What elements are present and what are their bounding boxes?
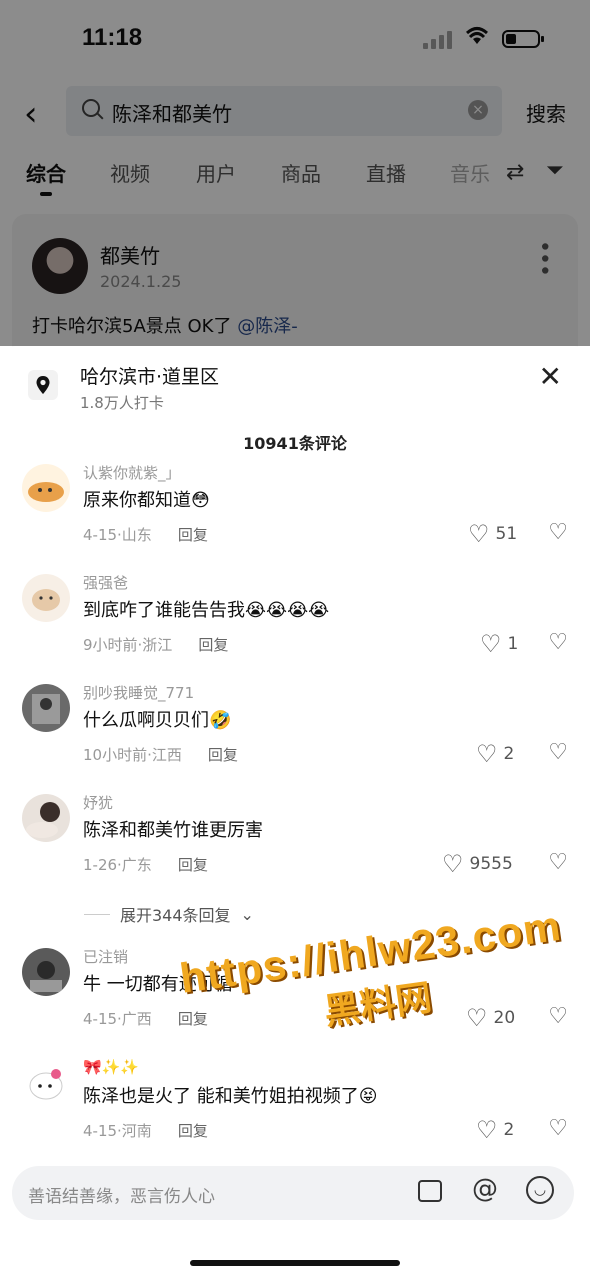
comment-body: 陈泽也是火了 能和美竹姐拍视频了 <box>83 1086 359 1107</box>
comment-username[interactable]: 🎀✨✨ <box>83 1058 139 1076</box>
comment-sheet: 哈尔滨市·道里区 1.8万人打卡 ✕ 10941条评论 认紫你就紫_」 原来你都… <box>0 346 590 1280</box>
comment-time-location: 1-26·广东 <box>83 856 152 874</box>
reply-button[interactable]: 回复 <box>178 526 208 544</box>
location-checkins: 1.8万人打卡 <box>80 394 164 412</box>
comment-text: 到底咋了谁能告告我😭😭😭😭 <box>83 596 329 622</box>
comment-username[interactable]: 已注销 <box>83 946 128 967</box>
comment-item: 🎀✨✨ 陈泽也是火了 能和美竹姐拍视频了😝 4-15·河南 回复 ♡ 2 ♡ <box>0 1058 590 1160</box>
avatar[interactable] <box>22 574 70 622</box>
close-icon[interactable]: ✕ <box>539 360 562 393</box>
heart-icon: ♡ <box>476 1116 498 1144</box>
comment-meta: 1-26·广东 回复 <box>83 854 208 875</box>
location-icon <box>28 370 58 400</box>
comment-username[interactable]: 别吵我睡觉_771 <box>83 682 194 703</box>
comment-meta: 9小时前·浙江 回复 <box>83 634 228 655</box>
comment-emoji: 😝 <box>358 1086 378 1107</box>
comment-username[interactable]: 认紫你就紫_」 <box>83 462 181 483</box>
comment-item: 强强爸 到底咋了谁能告告我😭😭😭😭 9小时前·浙江 回复 ♡ 1 ♡ <box>0 574 590 674</box>
comment-meta: 4-15·山东 回复 <box>83 524 208 545</box>
comment-meta: 10小时前·江西 回复 <box>83 744 238 765</box>
heart-icon: ♡ <box>480 630 502 658</box>
dim-overlay[interactable] <box>0 0 590 346</box>
heart-icon: ♡ <box>442 850 464 878</box>
divider <box>84 913 110 915</box>
comment-item: 妤犹 陈泽和都美竹谁更厉害 1-26·广东 回复 ♡ 9555 ♡ <box>0 794 590 894</box>
like-count: 1 <box>507 634 519 654</box>
dislike-icon[interactable]: ♡ <box>548 850 568 875</box>
dislike-icon[interactable]: ♡ <box>548 740 568 765</box>
dislike-icon[interactable]: ♡ <box>548 1004 568 1029</box>
comment-body: 什么瓜啊贝贝们 <box>83 710 209 731</box>
avatar[interactable] <box>22 948 70 996</box>
comment-emoji: 😭😭😭😭 <box>245 600 330 621</box>
like-button[interactable]: ♡ 51 <box>468 520 517 548</box>
reply-button[interactable]: 回复 <box>198 636 228 654</box>
comment-body: 到底咋了谁能告告我 <box>83 600 245 621</box>
comment-text: 原来你都知道😳 <box>83 486 210 512</box>
comment-meta: 4-15·河南 回复 <box>83 1120 208 1141</box>
like-count: 9555 <box>469 854 513 874</box>
comment-username[interactable]: 妤犹 <box>83 792 113 813</box>
emoji-icon[interactable]: ◡ <box>526 1176 554 1204</box>
like-count: 51 <box>495 524 518 544</box>
like-count: 2 <box>503 1120 515 1140</box>
dislike-icon[interactable]: ♡ <box>548 630 568 655</box>
image-icon[interactable] <box>418 1180 442 1202</box>
avatar[interactable] <box>22 1060 70 1108</box>
comment-time-location: 10小时前·江西 <box>83 746 182 764</box>
comment-username[interactable]: 强强爸 <box>83 572 128 593</box>
heart-icon: ♡ <box>468 520 490 548</box>
comment-time-location: 9小时前·浙江 <box>83 636 173 654</box>
avatar[interactable] <box>22 464 70 512</box>
like-button[interactable]: ♡ 1 <box>480 630 518 658</box>
comment-placeholder: 善语结善缘，恶言伤人心 <box>28 1187 215 1207</box>
expand-replies-label: 展开344条回复 <box>120 906 231 925</box>
at-icon[interactable]: @ <box>472 1174 498 1204</box>
comment-time-location: 4-15·广西 <box>83 1010 152 1028</box>
like-button[interactable]: ♡ 2 <box>476 740 514 768</box>
like-button[interactable]: ♡ 9555 <box>442 850 513 878</box>
comment-text: 陈泽和都美竹谁更厉害 <box>83 816 263 842</box>
dislike-icon[interactable]: ♡ <box>548 1116 568 1141</box>
comment-emoji: 😳 <box>191 490 210 511</box>
comment-body: 原来你都知道 <box>83 490 191 511</box>
chevron-down-icon: ⌄ <box>240 904 254 924</box>
location-title[interactable]: 哈尔滨市·道里区 <box>80 362 219 389</box>
comment-time-location: 4-15·山东 <box>83 526 152 544</box>
comment-emoji: 🤣 <box>209 710 232 731</box>
reply-button[interactable]: 回复 <box>178 856 208 874</box>
home-indicator <box>190 1260 400 1266</box>
like-button[interactable]: ♡ 2 <box>476 1116 514 1144</box>
comment-item: 认紫你就紫_」 原来你都知道😳 4-15·山东 回复 ♡ 51 ♡ <box>0 464 590 564</box>
comment-count: 10941条评论 <box>243 434 347 453</box>
like-count: 2 <box>503 744 515 764</box>
avatar[interactable] <box>22 684 70 732</box>
reply-button[interactable]: 回复 <box>208 746 238 764</box>
comment-text: 陈泽也是火了 能和美竹姐拍视频了😝 <box>83 1082 378 1108</box>
expand-replies-button[interactable]: 展开344条回复 ⌄ <box>84 902 254 926</box>
comment-text: 什么瓜啊贝贝们🤣 <box>83 706 231 732</box>
comment-body: 陈泽和都美竹谁更厉害 <box>83 820 263 841</box>
dislike-icon[interactable]: ♡ <box>548 520 568 545</box>
reply-button[interactable]: 回复 <box>178 1122 208 1140</box>
avatar[interactable] <box>22 794 70 842</box>
comment-time-location: 4-15·河南 <box>83 1122 152 1140</box>
heart-icon: ♡ <box>476 740 498 768</box>
comment-item: 别吵我睡觉_771 什么瓜啊贝贝们🤣 10小时前·江西 回复 ♡ 2 ♡ <box>0 684 590 784</box>
comment-input[interactable]: 善语结善缘，恶言伤人心 @ ◡ <box>12 1166 574 1220</box>
